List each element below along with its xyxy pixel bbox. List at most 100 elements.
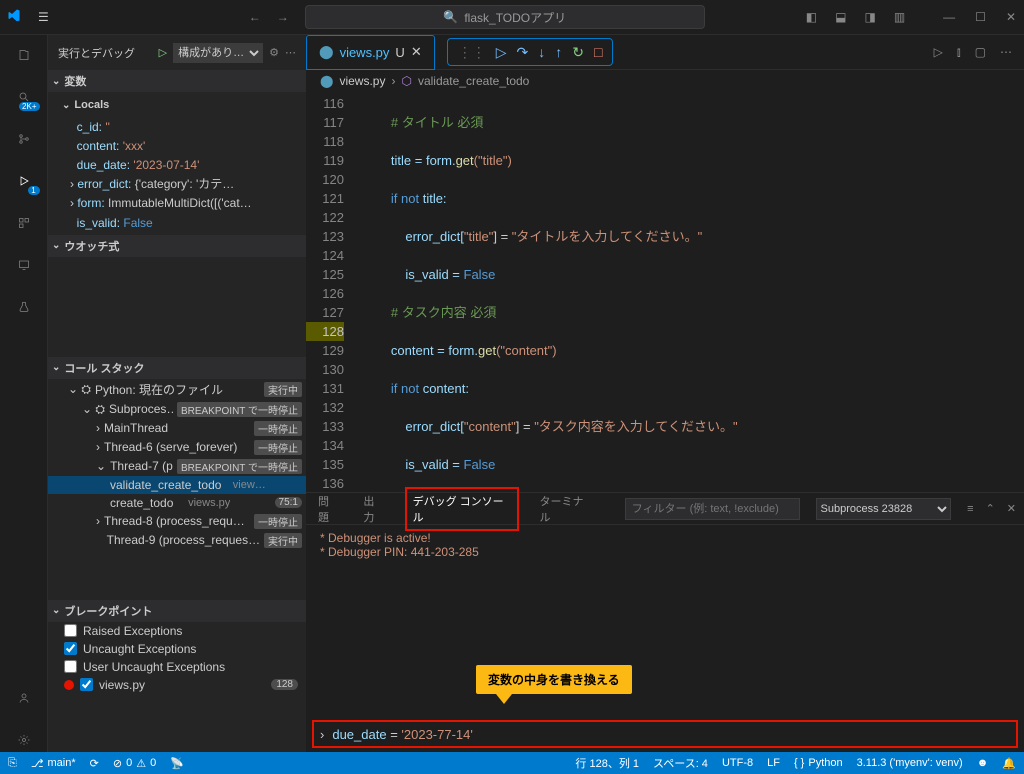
var-c-id[interactable]: c_id: '' (62, 118, 306, 137)
bp-raised-checkbox[interactable] (64, 624, 77, 637)
status-errors[interactable]: ⊘ 0 ⚠ 0 (113, 757, 156, 770)
editor-body[interactable]: 1161171181191201211221231241251261271281… (306, 92, 1024, 492)
panel-tab-problems[interactable]: 問題 (314, 487, 343, 531)
nav-forward-icon[interactable]: → (277, 10, 289, 24)
breakpoint-dot-icon (64, 680, 74, 690)
extensions-icon[interactable] (12, 211, 36, 235)
panel-tab-debug-console[interactable]: デバッグ コンソール (405, 487, 520, 531)
panel-tab-terminal[interactable]: ターミナル (535, 487, 596, 531)
layout-custom-icon[interactable]: ▥ (894, 10, 905, 24)
search-icon[interactable]: 2K+ (12, 85, 36, 109)
panel-close-icon[interactable]: ✕ (1007, 502, 1016, 515)
status-line-col[interactable]: 行 128、列 1 (575, 755, 639, 771)
layout-left-icon[interactable]: ◧ (806, 10, 817, 24)
var-form[interactable]: › form: ImmutableMultiDict([('cat… (62, 194, 306, 213)
debug-sidebar: 実行とデバッグ ▷ 構成があり… ⚙ ⋯ ⌄変数 ⌄Locals c_id: '… (48, 35, 306, 752)
source-control-icon[interactable] (12, 127, 36, 151)
minimap[interactable] (960, 92, 1024, 492)
status-feedback-icon[interactable]: ☻ (977, 757, 989, 769)
console-line: * Debugger is active! (320, 531, 1010, 545)
status-notifications-icon[interactable]: 🔔 (1002, 757, 1016, 770)
debug-console-input[interactable]: › due_date = '2023-77-14' (312, 720, 1018, 748)
callstack-thread6[interactable]: › Thread-6 (serve_forever)一時停止 (48, 438, 306, 457)
panel-session-select[interactable]: Subprocess 23828 (816, 498, 952, 520)
callstack-subprocess[interactable]: ⌄ ⛭ Subproces…BREAKPOINT で一時停止 (48, 400, 306, 419)
var-error-dict[interactable]: › error_dict: {'category': 'カテ… (62, 175, 306, 194)
layout-bottom-icon[interactable]: ⬓ (835, 10, 846, 24)
bp-views-checkbox[interactable] (80, 678, 93, 691)
debug-step-out-icon[interactable]: ↑ (555, 44, 562, 60)
annotation-callout: 変数の中身を書き換える (476, 665, 632, 694)
run-debug-icon[interactable]: 1 (12, 169, 36, 193)
callstack-thread8[interactable]: › Thread-8 (process_requ…一時停止 (48, 512, 306, 531)
code-content[interactable]: # タイトル 必須 title = form.get("title") if n… (362, 92, 960, 492)
hamburger-menu-icon[interactable]: ☰ (38, 10, 49, 24)
accounts-icon[interactable] (12, 686, 36, 710)
python-icon: ⬤ (320, 74, 333, 88)
tab-close-icon[interactable]: ✕ (411, 44, 422, 60)
var-content[interactable]: content: 'xxx' (62, 137, 306, 156)
variables-section-header[interactable]: ⌄変数 (48, 70, 306, 92)
status-branch[interactable]: ⎇ main* (31, 757, 76, 770)
status-language[interactable]: { } Python (794, 757, 843, 769)
editor-more-icon[interactable]: ⋯ (1000, 45, 1012, 60)
settings-gear-icon[interactable] (12, 728, 36, 752)
debug-console-output[interactable]: * Debugger is active! * Debugger PIN: 44… (306, 525, 1024, 720)
callstack-mainthread[interactable]: › MainThread一時停止 (48, 419, 306, 438)
remote-explorer-icon[interactable] (12, 253, 36, 277)
panel-filter-input[interactable] (625, 498, 800, 520)
debug-step-into-icon[interactable]: ↓ (538, 44, 545, 60)
command-center-search[interactable]: 🔍 flask_TODOアプリ (305, 5, 705, 29)
callstack-section-header[interactable]: ⌄コール スタック (48, 357, 306, 379)
callstack-frame-validate[interactable]: validate_create_todo view… (48, 476, 306, 494)
callstack-python[interactable]: ⌄ ⛭ Python: 現在のファイル実行中 (48, 379, 306, 400)
status-spaces[interactable]: スペース: 4 (653, 755, 708, 771)
split-editor-icon[interactable]: ⫾ (957, 45, 961, 60)
breakpoints-section-header[interactable]: ⌄ブレークポイント (48, 600, 306, 622)
testing-icon[interactable] (12, 295, 36, 319)
window-minimize-icon[interactable]: — (943, 10, 955, 24)
debug-step-over-icon[interactable]: ↷ (517, 44, 529, 61)
bp-uncaught-exceptions[interactable]: Uncaught Exceptions (48, 640, 306, 658)
status-port-icon[interactable]: 📡 (170, 757, 184, 770)
debug-more-icon[interactable]: ⋯ (285, 46, 296, 59)
status-sync-icon[interactable]: ⟳ (90, 757, 99, 770)
start-debug-icon[interactable]: ▷ (159, 46, 167, 59)
panel-clear-icon[interactable]: ≡ (967, 503, 973, 515)
debug-config-select[interactable]: 構成があり… (173, 43, 263, 63)
bp-user-uncaught-checkbox[interactable] (64, 660, 77, 673)
breadcrumb[interactable]: ⬤ views.py › ⬡ validate_create_todo (306, 70, 1024, 92)
explorer-icon[interactable] (12, 43, 36, 67)
layout-right-icon[interactable]: ◨ (864, 10, 875, 24)
callstack-thread9[interactable]: Thread-9 (process_reques…実行中 (48, 531, 306, 550)
status-python-env[interactable]: 3.11.3 ('myenv': venv) (857, 757, 963, 769)
debug-settings-gear-icon[interactable]: ⚙ (269, 46, 279, 59)
nav-back-icon[interactable]: ← (249, 10, 261, 24)
callstack-frame-create[interactable]: create_todo views.py75:1 (48, 494, 306, 512)
watch-section-header[interactable]: ⌄ウオッチ式 (48, 235, 306, 257)
callstack-thread7[interactable]: ⌄ Thread-7 (p…BREAKPOINT で一時停止 (48, 457, 306, 476)
editor-tabs: ⬤ views.py U ✕ ⋮⋮ ▷ ↷ ↓ ↑ ↻ □ ▷ ⫾ ▢ ⋯ (306, 35, 1024, 70)
var-due-date[interactable]: due_date: '2023-07-14' (62, 156, 306, 175)
status-remote-icon[interactable]: ⎘ (8, 757, 17, 770)
tab-views-py[interactable]: ⬤ views.py U ✕ (306, 35, 435, 70)
window-maximize-icon[interactable]: ☐ (975, 10, 986, 24)
debug-stop-icon[interactable]: □ (594, 44, 602, 60)
window-close-icon[interactable]: ✕ (1006, 10, 1016, 24)
panel-tab-output[interactable]: 出力 (359, 487, 388, 531)
bp-user-uncaught-exceptions[interactable]: User Uncaught Exceptions (48, 658, 306, 676)
locals-header[interactable]: ⌄Locals (62, 94, 306, 118)
debug-continue-icon[interactable]: ▷ (496, 44, 507, 61)
line-gutter: 1161171181191201211221231241251261271281… (306, 92, 362, 492)
editor-layout-icon[interactable]: ▢ (975, 45, 986, 60)
run-file-icon[interactable]: ▷ (934, 45, 943, 60)
status-encoding[interactable]: UTF-8 (722, 757, 753, 769)
bp-views-py[interactable]: views.py128 (48, 676, 306, 694)
bp-raised-exceptions[interactable]: Raised Exceptions (48, 622, 306, 640)
status-eol[interactable]: LF (767, 757, 780, 769)
debug-drag-handle-icon[interactable]: ⋮⋮ (458, 44, 486, 61)
var-is-valid[interactable]: is_valid: False (62, 214, 306, 233)
bp-uncaught-checkbox[interactable] (64, 642, 77, 655)
panel-collapse-icon[interactable]: ⌃ (986, 502, 995, 515)
debug-restart-icon[interactable]: ↻ (572, 44, 584, 61)
